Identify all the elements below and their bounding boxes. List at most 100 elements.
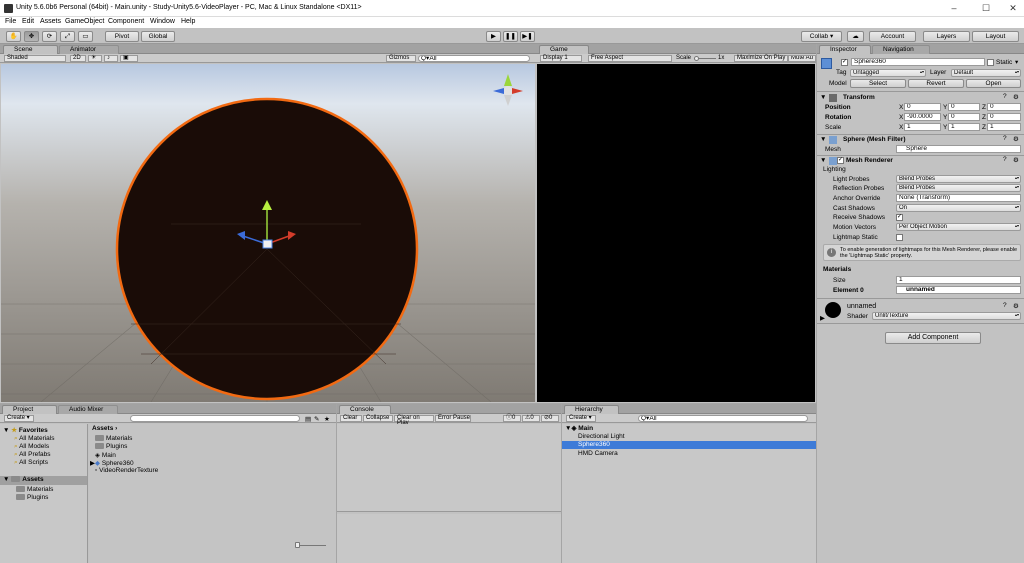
filter-label-icon[interactable]: ✎: [314, 415, 319, 423]
icon-size-slider-thumb[interactable]: [295, 542, 300, 548]
file-videorendertexture[interactable]: ▫ VideoRenderTexture: [95, 467, 158, 474]
account-dropdown[interactable]: Account: [869, 31, 916, 42]
mesh-object-field[interactable]: Sphere: [896, 145, 1021, 153]
menu-window[interactable]: Window: [150, 18, 175, 25]
hierarchy-create-dropdown[interactable]: Create ▾: [566, 415, 596, 422]
position-x-field[interactable]: 0: [904, 103, 941, 111]
anchor-override-field[interactable]: None (Transform): [896, 194, 1021, 202]
menu-help[interactable]: Help: [181, 18, 195, 25]
fav-item-all-models[interactable]: ⌕ All Models: [14, 443, 49, 451]
scene-search-input[interactable]: Q▾All: [418, 55, 530, 62]
position-y-field[interactable]: 0: [948, 103, 980, 111]
tab-scene[interactable]: Scene: [3, 45, 58, 54]
menu-gameobject[interactable]: GameObject: [65, 18, 104, 25]
shading-mode-dropdown[interactable]: Shaded: [4, 55, 66, 62]
layout-dropdown[interactable]: Layout: [972, 31, 1019, 42]
menu-edit[interactable]: Edit: [22, 18, 34, 25]
tab-inspector[interactable]: Inspector: [819, 45, 871, 54]
global-toggle[interactable]: Global: [141, 31, 175, 42]
tab-project[interactable]: Project: [2, 405, 57, 414]
rotation-x-field[interactable]: -90.0000: [904, 113, 941, 121]
project-search-input[interactable]: [130, 415, 300, 422]
fav-item-all-prefabs[interactable]: ⌕ All Prefabs: [14, 451, 51, 459]
mesh-renderer-header[interactable]: Mesh Renderer: [846, 157, 893, 164]
tab-animator[interactable]: Animator: [59, 45, 119, 54]
collab-dropdown[interactable]: Collab ▾: [801, 31, 842, 42]
settings-gear-icon[interactable]: ⚙: [1013, 302, 1019, 310]
console-error-pause-toggle[interactable]: Error Pause: [435, 415, 471, 422]
asset-folder-plugins[interactable]: Plugins: [16, 494, 48, 501]
cloud-icon[interactable]: ☁: [847, 31, 864, 42]
lightmap-static-checkbox[interactable]: [896, 234, 903, 241]
model-revert-button[interactable]: Revert: [908, 79, 964, 88]
menu-assets[interactable]: Assets: [40, 18, 61, 25]
tab-navigation[interactable]: Navigation: [872, 45, 930, 54]
add-component-button[interactable]: Add Component: [885, 332, 981, 344]
lighting-toggle-icon[interactable]: ☀: [88, 55, 102, 62]
filter-type-icon[interactable]: ▤: [305, 415, 311, 423]
foldout-arrow-icon[interactable]: ▼: [820, 157, 826, 164]
console-clear-button[interactable]: Clear: [340, 415, 362, 422]
reflection-probes-dropdown[interactable]: Blend Probes: [896, 184, 1021, 192]
scale-tool-icon[interactable]: ⤢: [60, 31, 75, 42]
console-clear-on-play-toggle[interactable]: Clear on Play: [394, 415, 434, 426]
display-dropdown[interactable]: Display 1: [540, 55, 582, 62]
scale-z-field[interactable]: 1: [987, 123, 1021, 131]
file-plugins[interactable]: Plugins: [95, 443, 127, 450]
scene-root-item[interactable]: ▼◈ Main: [565, 424, 593, 432]
scale-y-field[interactable]: 1: [948, 123, 980, 131]
file-sphere360[interactable]: ▶◆ Sphere360: [90, 459, 134, 467]
tab-game[interactable]: Game: [539, 45, 589, 54]
cast-shadows-dropdown[interactable]: On: [896, 204, 1021, 212]
project-create-dropdown[interactable]: Create ▾: [4, 415, 34, 422]
element0-material-field[interactable]: unnamed: [896, 286, 1021, 294]
maximize-on-play-toggle[interactable]: Maximize On Play: [734, 55, 788, 62]
transform-header[interactable]: Transform: [843, 94, 875, 101]
materials-size-field[interactable]: 1: [896, 276, 1021, 284]
settings-gear-icon[interactable]: ⚙: [1013, 135, 1019, 143]
hierarchy-item-directional-light[interactable]: Directional Light: [578, 433, 625, 440]
2d-toggle[interactable]: 2D: [70, 55, 86, 62]
aspect-dropdown[interactable]: Free Aspect: [588, 55, 672, 62]
help-icon[interactable]: ?: [1003, 302, 1007, 309]
minimize-button[interactable]: –: [947, 2, 961, 14]
foldout-arrow-icon[interactable]: ▼: [820, 136, 826, 143]
close-button[interactable]: ✕: [1006, 2, 1020, 14]
model-open-button[interactable]: Open: [966, 79, 1021, 88]
menu-file[interactable]: File: [5, 18, 16, 25]
help-icon[interactable]: ?: [1003, 135, 1007, 142]
console-collapse-toggle[interactable]: Collapse: [363, 415, 393, 422]
file-materials[interactable]: Materials: [95, 435, 132, 442]
settings-gear-icon[interactable]: ⚙: [1013, 156, 1019, 164]
foldout-arrow-icon[interactable]: ▼: [820, 94, 826, 101]
assets-root-item[interactable]: ▼ Assets: [0, 476, 87, 485]
console-log-list[interactable]: [337, 424, 561, 512]
audio-toggle-icon[interactable]: ♪: [104, 55, 118, 62]
menu-component[interactable]: Component: [108, 18, 144, 25]
project-breadcrumb[interactable]: Assets ›: [92, 425, 117, 432]
light-probes-dropdown[interactable]: Blend Probes: [896, 175, 1021, 183]
motion-vectors-dropdown[interactable]: Per Object Motion: [896, 223, 1021, 231]
help-icon[interactable]: ?: [1003, 93, 1007, 100]
settings-gear-icon[interactable]: ⚙: [1013, 93, 1019, 101]
tag-dropdown[interactable]: Untagged: [850, 69, 926, 77]
rotation-z-field[interactable]: 0: [987, 113, 1021, 121]
layers-dropdown[interactable]: Layers: [923, 31, 970, 42]
static-checkbox[interactable]: [987, 59, 994, 66]
static-dropdown-arrow-icon[interactable]: ▾: [1015, 58, 1018, 66]
pivot-toggle[interactable]: Pivot: [105, 31, 139, 42]
rotation-y-field[interactable]: 0: [948, 113, 980, 121]
gizmos-dropdown[interactable]: Gizmos: [386, 55, 416, 62]
scale-x-field[interactable]: 1: [904, 123, 941, 131]
favorite-star-icon[interactable]: ★: [324, 415, 330, 423]
receive-shadows-checkbox[interactable]: ✓: [896, 214, 903, 221]
asset-folder-materials[interactable]: Materials: [16, 486, 53, 493]
rotate-tool-icon[interactable]: ⟳: [42, 31, 57, 42]
materials-foldout[interactable]: Materials: [823, 266, 851, 273]
position-z-field[interactable]: 0: [987, 103, 1021, 111]
shader-dropdown[interactable]: Unlit/Texture: [872, 312, 1021, 320]
object-name-input[interactable]: Sphere360: [851, 58, 985, 66]
console-info-count[interactable]: ⓘ0: [503, 415, 521, 422]
play-button[interactable]: ▶: [486, 31, 501, 42]
step-button[interactable]: ▶❚: [520, 31, 535, 42]
